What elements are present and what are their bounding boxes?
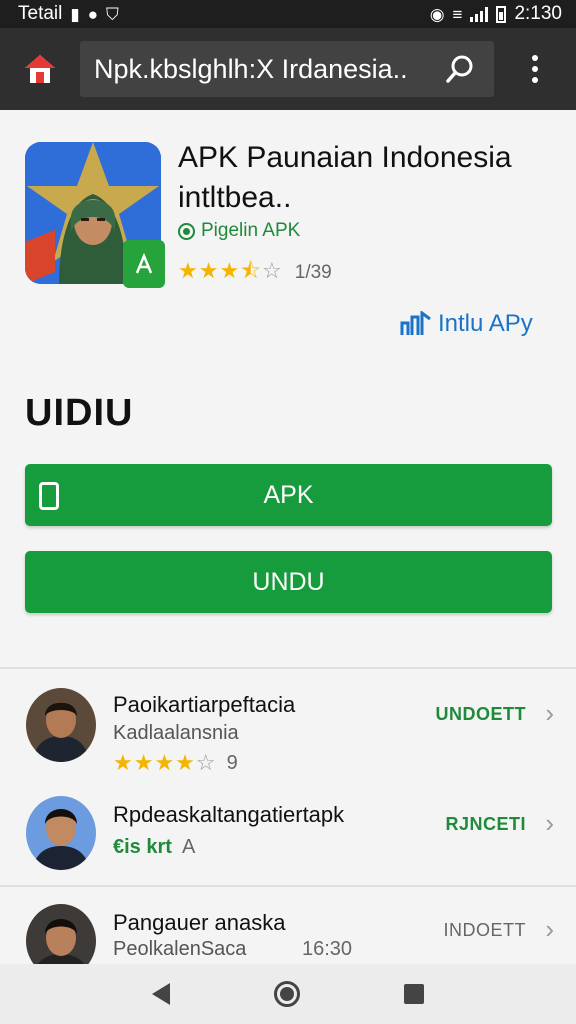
install-icon [400, 311, 431, 335]
undu-button-label: UNDU [252, 567, 325, 596]
star-rating: ★★★★☆ [113, 750, 217, 776]
chevron-right-icon: › [545, 698, 554, 728]
more-vert-icon[interactable] [494, 28, 576, 110]
publisher-name: Pigelin APK [201, 220, 301, 241]
back-icon[interactable] [152, 983, 170, 1005]
app-rating: ★★★⯪☆ 1/39 [178, 254, 332, 292]
filled-stars: ★★★★ [113, 750, 196, 775]
avatar [26, 796, 96, 870]
signal-icon [470, 6, 489, 22]
list-item-action[interactable]: UNDOETT [436, 704, 527, 725]
list-item-subtitle: PeolkalenSaca [113, 938, 247, 960]
home-circle-icon[interactable] [274, 981, 300, 1007]
status-right: ◉ ≡ 2:130 [430, 3, 562, 25]
list-item-meta: ★★★★☆ 9 [113, 750, 238, 776]
list-item-meta-green: €is krt [113, 836, 172, 858]
eye-icon: ◉ [429, 4, 445, 24]
apk-download-button[interactable]: APK [25, 464, 552, 526]
url-text: Npk.kbslghlh:X Irdanesia.. [94, 53, 408, 84]
list-item[interactable]: Rpdeaskaltangatiertapk €is krt A RJNCETI… [0, 788, 576, 898]
list-item-action[interactable]: RJNCETI [445, 814, 526, 835]
apk-button-label: APK [263, 480, 314, 509]
chevron-right-icon: › [545, 808, 554, 838]
half-star-icon: ⯪ [240, 258, 263, 283]
phone-icon [39, 482, 59, 510]
install-link-label: Intlu APy [438, 310, 533, 337]
status-bar: Tetail ▮ ● ⛉ ◉ ≡ 2:130 [0, 0, 576, 28]
undu-button[interactable]: UNDU [25, 551, 552, 613]
list-item-title: Pangauer anaska [113, 910, 286, 935]
divider [0, 885, 576, 887]
list-item-meta-value: A [181, 836, 196, 858]
publisher-link[interactable]: Pigelin APK [178, 220, 300, 242]
list-item-title: Rpdeaskaltangatiertapk [113, 802, 345, 827]
install-link[interactable]: Intlu APy [400, 310, 533, 338]
list-item-title: Paoikartiarpeftacia [113, 692, 296, 717]
home-button[interactable] [0, 28, 80, 110]
chevron-right-icon: › [545, 914, 554, 944]
notification-icon: ▮ [70, 4, 80, 24]
play-badge-icon [123, 240, 165, 288]
verified-icon [178, 222, 195, 240]
system-nav-bar [0, 964, 576, 1024]
app-title: APK Paunaian Indonesia intltbea.. [178, 141, 512, 214]
list-item-action[interactable]: INDOETT [444, 920, 527, 941]
avatar [26, 904, 96, 964]
clock: 2:130 [514, 3, 562, 24]
status-left: Tetail ▮ ● ⛉ [18, 3, 119, 25]
filled-stars: ★★★ [178, 258, 241, 283]
search-button[interactable] [440, 49, 480, 89]
url-field[interactable]: Npk.kbslghlh:X Irdanesia.. [80, 41, 494, 97]
shield-icon: ⛉ [106, 4, 119, 24]
list-item-meta-value: 16:30 [302, 938, 353, 960]
list-item[interactable]: Pangauer anaska PeolkalenSaca 16:30 INDO… [0, 896, 576, 964]
equalizer-icon: ≡ [452, 4, 463, 24]
list-item-meta: €is krt A [113, 836, 195, 859]
empty-star-icon: ☆ [262, 258, 283, 283]
section-heading: UIDIU [25, 392, 134, 434]
star-rating: ★★★⯪☆ [178, 254, 283, 292]
main-content: APK Paunaian Indonesia intltbea.. Pigeli… [0, 110, 576, 964]
search-icon [446, 55, 473, 83]
rating-count: 1/39 [294, 262, 332, 283]
media-icon: ● [87, 4, 98, 24]
empty-star-icon: ☆ [195, 750, 217, 775]
recents-icon[interactable] [404, 984, 424, 1004]
home-icon [25, 55, 55, 83]
browser-toolbar: Npk.kbslghlh:X Irdanesia.. [0, 28, 576, 110]
battery-icon [496, 5, 507, 23]
list-item[interactable]: Paoikartiarpeftacia Kadlaalansnia ★★★★☆ … [0, 678, 576, 788]
list-item-meta-value: 9 [226, 751, 238, 774]
avatar [26, 688, 96, 762]
carrier-label: Tetail [18, 3, 63, 24]
list-item-subtitle: Kadlaalansnia [113, 722, 239, 744]
divider [0, 667, 576, 669]
